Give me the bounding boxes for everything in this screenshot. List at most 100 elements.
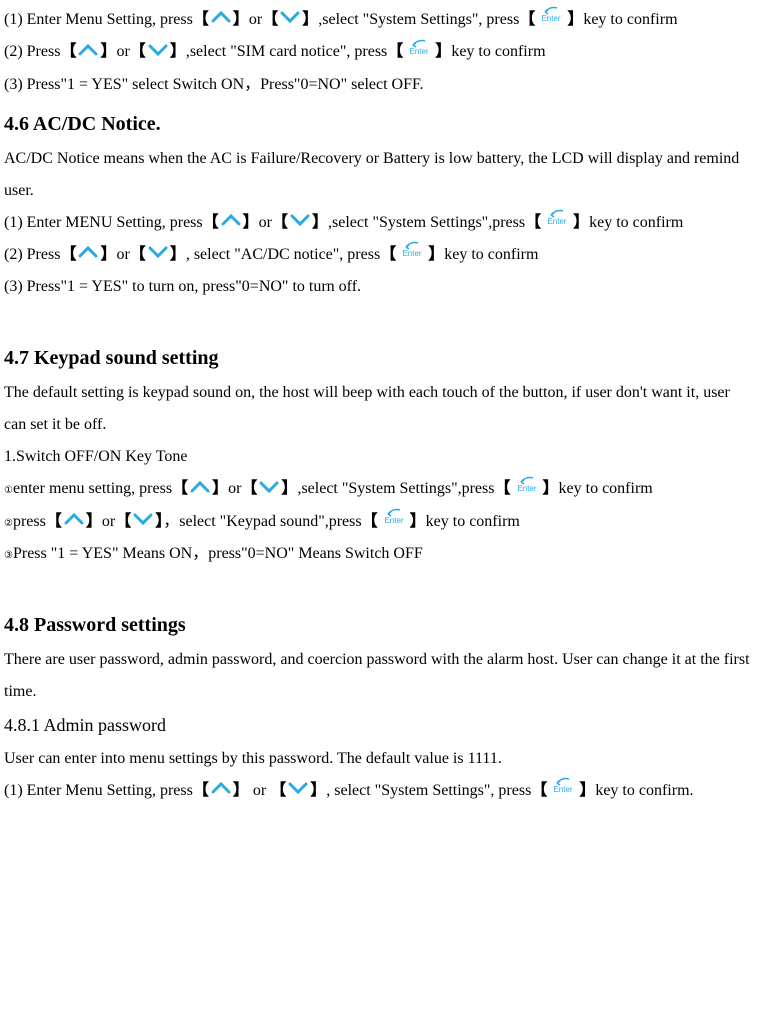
bracket-open: 【	[193, 11, 209, 28]
text: or	[259, 214, 272, 231]
text: ,select "System Settings", press	[318, 11, 519, 28]
text: or	[116, 43, 129, 60]
up-arrow-icon	[78, 37, 98, 69]
sec47-step2: ②press【】or【】，select "Keypad sound",press…	[4, 506, 755, 538]
text: key to confirm.	[595, 782, 693, 799]
bracket-open: 【	[130, 246, 146, 263]
bracket-open: 【	[60, 43, 76, 60]
text: (2) Press	[4, 43, 60, 60]
enter-icon: Enter	[537, 4, 565, 36]
enter-icon: Enter	[398, 239, 426, 271]
bracket-close: 】	[170, 43, 186, 60]
bracket-open: 【	[525, 214, 541, 231]
bracket-close: 】	[428, 246, 444, 263]
text: or	[249, 11, 262, 28]
text: or	[102, 513, 115, 530]
enter-icon: Enter	[405, 37, 433, 69]
down-arrow-icon	[259, 474, 279, 506]
svg-text:Enter: Enter	[517, 484, 536, 493]
up-arrow-icon	[78, 239, 98, 271]
up-arrow-icon	[211, 775, 231, 807]
text: enter menu setting, press	[13, 480, 172, 497]
bracket-close: 】	[302, 11, 318, 28]
up-arrow-icon	[211, 4, 231, 36]
bracket-open: 【	[531, 782, 547, 799]
bracket-close: 】	[410, 513, 426, 530]
svg-text:Enter: Enter	[410, 47, 429, 56]
circled-1-icon: ①	[4, 481, 13, 501]
sec47-step1: ①enter menu setting, press【】or【】,select …	[4, 473, 755, 505]
down-arrow-icon	[148, 239, 168, 271]
bracket-open: 【	[172, 480, 188, 497]
text: key to confirm	[589, 214, 683, 231]
bracket-close: 】	[243, 214, 259, 231]
bracket-open: 【	[241, 480, 257, 497]
bracket-close: 】	[310, 782, 326, 799]
text: ,select "System Settings",press	[297, 480, 494, 497]
text: key to confirm	[426, 513, 520, 530]
bracket-open: 【	[272, 214, 288, 231]
text: key to confirm	[559, 480, 653, 497]
bracket-close: 】	[543, 480, 559, 497]
sec46-title: 4.6 AC/DC Notice.	[4, 109, 755, 139]
bracket-open: 【	[193, 782, 209, 799]
bracket-close: 】	[281, 480, 297, 497]
sec46-intro: AC/DC Notice means when the AC is Failur…	[4, 143, 755, 207]
text: Press "1 = YES" Means ON，press"0=NO" Mea…	[13, 545, 423, 562]
bracket-open: 【	[270, 782, 286, 799]
enter-icon: Enter	[513, 474, 541, 506]
sec45-step1: (1) Enter Menu Setting, press【】or【】,sele…	[4, 4, 755, 36]
sec46-step3: (3) Press"1 = YES" to turn on, press"0=N…	[4, 271, 755, 303]
bracket-open: 【	[380, 246, 396, 263]
text: press	[13, 513, 46, 530]
circled-3-icon: ③	[4, 546, 13, 566]
up-arrow-icon	[190, 474, 210, 506]
bracket-close: 】	[435, 43, 451, 60]
bracket-close: 】	[573, 214, 589, 231]
bracket-close: 】	[567, 11, 583, 28]
bracket-open: 【	[519, 11, 535, 28]
text: or	[228, 480, 241, 497]
svg-text:Enter: Enter	[548, 217, 567, 226]
up-arrow-icon	[221, 207, 241, 239]
bracket-open: 【	[46, 513, 62, 530]
bracket-close: 】	[100, 43, 116, 60]
bracket-open: 【	[262, 11, 278, 28]
sec47-intro: The default setting is keypad sound on, …	[4, 377, 755, 441]
enter-icon: Enter	[380, 506, 408, 538]
text: (2) Press	[4, 246, 60, 263]
enter-icon: Enter	[543, 207, 571, 239]
bracket-open: 【	[130, 43, 146, 60]
sec46-step2: (2) Press【】or【】, select "AC/DC notice", …	[4, 239, 755, 271]
bracket-close: 】	[86, 513, 102, 530]
sec48-step1: (1) Enter Menu Setting, press【】 or 【】, s…	[4, 775, 755, 807]
text: key to confirm	[444, 246, 538, 263]
svg-text:Enter: Enter	[542, 14, 561, 23]
text: , select "System Settings", press	[326, 782, 531, 799]
text: (1) Enter Menu Setting, press	[4, 782, 193, 799]
bracket-close: 】	[233, 782, 249, 799]
svg-text:Enter: Enter	[384, 516, 403, 525]
down-arrow-icon	[288, 775, 308, 807]
down-arrow-icon	[133, 506, 153, 538]
text: (1) Enter Menu Setting, press	[4, 11, 193, 28]
down-arrow-icon	[290, 207, 310, 239]
bracket-open: 【	[115, 513, 131, 530]
down-arrow-icon	[148, 37, 168, 69]
text: (1) Enter MENU Setting, press	[4, 214, 203, 231]
sec47-sub1: 1.Switch OFF/ON Key Tone	[4, 441, 755, 473]
bracket-close: 】	[233, 11, 249, 28]
text: ,select "System Settings",press	[328, 214, 525, 231]
svg-text:Enter: Enter	[403, 249, 422, 258]
bracket-close: 】	[170, 246, 186, 263]
sec481-title: 4.8.1 Admin password	[4, 712, 755, 739]
sec46-step1: (1) Enter MENU Setting, press【】or【】,sele…	[4, 207, 755, 239]
bracket-close: 】	[100, 246, 116, 263]
sec45-step2: (2) Press【】or【】,select "SIM card notice"…	[4, 36, 755, 68]
up-arrow-icon	[64, 506, 84, 538]
bracket-open: 【	[203, 214, 219, 231]
sec48-intro: There are user password, admin password,…	[4, 644, 755, 708]
bracket-open: 【	[362, 513, 378, 530]
text: key to confirm	[451, 43, 545, 60]
enter-icon: Enter	[549, 775, 577, 807]
